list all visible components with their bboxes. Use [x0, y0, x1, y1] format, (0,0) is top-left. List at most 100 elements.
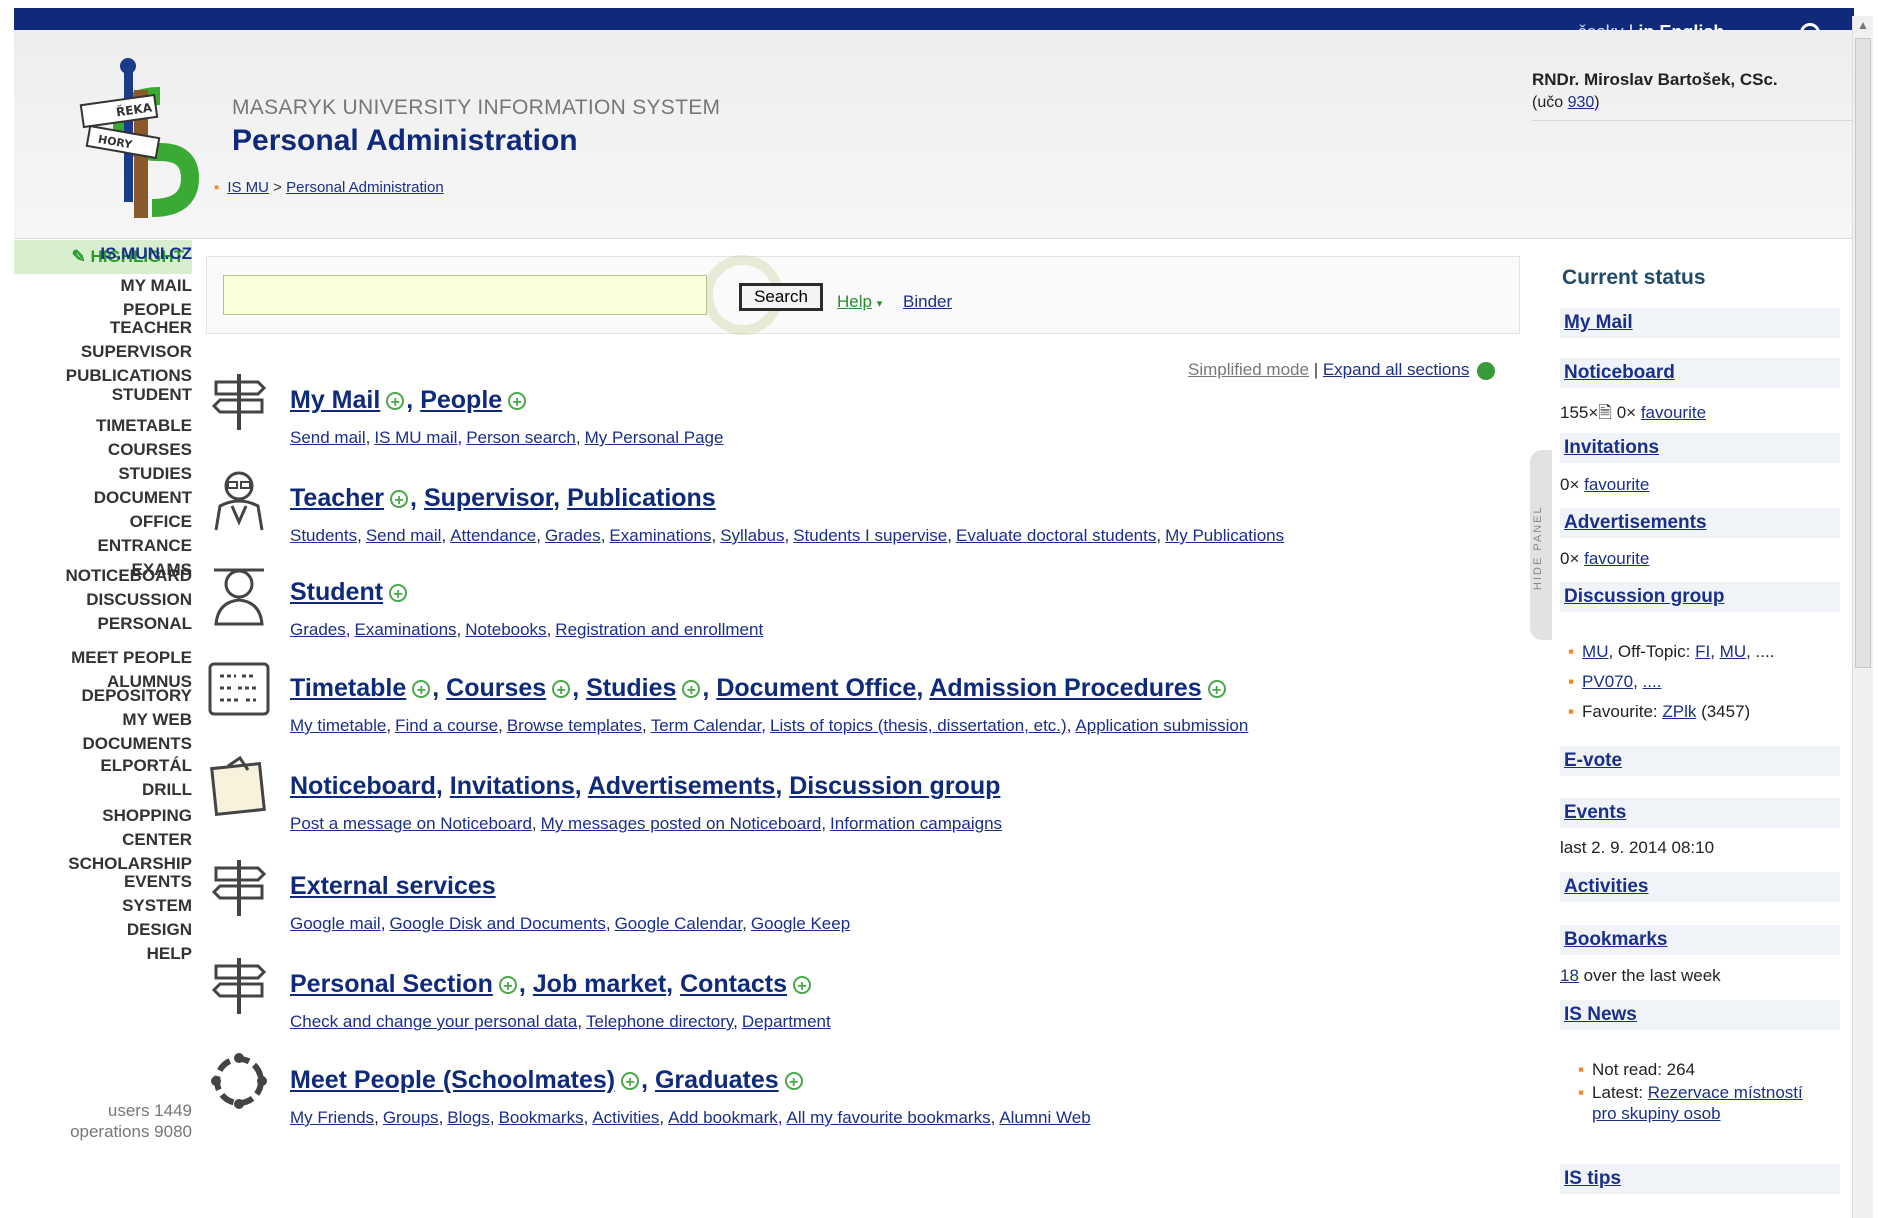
section-title-link[interactable]: Courses: [446, 674, 546, 702]
section-title-link[interactable]: Publications: [567, 484, 716, 512]
scroll-thumb[interactable]: [1855, 38, 1871, 668]
nav-item-teacher[interactable]: TEACHER: [14, 316, 192, 340]
section-quick-link[interactable]: Students: [290, 526, 357, 545]
nav-item-is-muni-cz[interactable]: IS.MUNI.CZ: [14, 242, 192, 266]
latest-news-link-cont[interactable]: pro skupiny osob: [1592, 1104, 1721, 1123]
section-title-link[interactable]: Timetable: [290, 674, 406, 702]
add-to-favourites-icon[interactable]: +: [552, 680, 571, 699]
add-to-favourites-icon[interactable]: +: [621, 1072, 640, 1091]
add-to-favourites-icon[interactable]: +: [784, 1072, 803, 1091]
disc-zplk-link[interactable]: ZPlk: [1662, 702, 1696, 721]
section-title-link[interactable]: Graduates: [655, 1066, 779, 1094]
section-quick-link[interactable]: Google Disk and Documents: [389, 914, 605, 933]
add-to-favourites-icon[interactable]: +: [386, 392, 405, 411]
section-title-link[interactable]: Supervisor: [424, 484, 553, 512]
expand-all-link[interactable]: Expand all sections: [1323, 360, 1469, 379]
section-quick-link[interactable]: Examinations: [609, 526, 711, 545]
add-to-favourites-icon[interactable]: +: [389, 584, 408, 603]
disc-more-link[interactable]: ....: [1643, 672, 1662, 691]
hide-panel-tab[interactable]: HIDE PANEL: [1530, 450, 1552, 640]
section-quick-link[interactable]: Term Calendar: [651, 716, 762, 735]
nav-item-personal[interactable]: PERSONAL: [14, 612, 192, 636]
section-quick-link[interactable]: Add bookmark: [668, 1108, 778, 1127]
section-quick-link[interactable]: Person search: [466, 428, 576, 447]
nav-item-office[interactable]: OFFICE: [14, 510, 192, 534]
nav-item-discussion[interactable]: DISCUSSION: [14, 588, 192, 612]
nav-item-my-mail[interactable]: MY MAIL: [14, 274, 192, 298]
disc-pv070-link[interactable]: PV070: [1582, 672, 1633, 691]
section-title-link[interactable]: Noticeboard: [290, 772, 436, 800]
advertisements-link[interactable]: Advertisements: [1564, 512, 1707, 534]
section-quick-link[interactable]: Registration and enrollment: [555, 620, 763, 639]
add-to-favourites-icon[interactable]: +: [508, 392, 527, 411]
section-quick-link[interactable]: All my favourite bookmarks: [787, 1108, 991, 1127]
section-quick-link[interactable]: Blogs: [447, 1108, 490, 1127]
section-quick-link[interactable]: Syllabus: [720, 526, 784, 545]
nav-item-document[interactable]: DOCUMENT: [14, 486, 192, 510]
bookmarks-link[interactable]: Bookmarks: [1564, 929, 1668, 951]
nav-item-supervisor[interactable]: SUPERVISOR: [14, 340, 192, 364]
section-title-link[interactable]: Discussion group: [789, 772, 1000, 800]
section-quick-link[interactable]: My Friends: [290, 1108, 374, 1127]
scroll-up-icon[interactable]: ▲: [1857, 18, 1869, 32]
advertisements-favourite-link[interactable]: favourite: [1584, 549, 1649, 568]
section-title-link[interactable]: Meet People (Schoolmates): [290, 1066, 615, 1094]
add-to-favourites-icon[interactable]: +: [682, 680, 701, 699]
disc-mu-link[interactable]: MU: [1582, 642, 1608, 661]
uco-link[interactable]: 930: [1568, 94, 1595, 111]
breadcrumb-root-link[interactable]: IS MU: [227, 179, 269, 196]
section-title-link[interactable]: Contacts: [680, 970, 787, 998]
istips-link[interactable]: IS tips: [1564, 1168, 1621, 1190]
section-quick-link[interactable]: Send mail: [290, 428, 366, 447]
activities-link[interactable]: Activities: [1564, 876, 1648, 898]
section-quick-link[interactable]: Department: [742, 1012, 831, 1031]
invitations-favourite-link[interactable]: favourite: [1584, 475, 1649, 494]
nav-item-student[interactable]: STUDENT: [14, 383, 192, 407]
section-quick-link[interactable]: Activities: [592, 1108, 659, 1127]
section-title-link[interactable]: Studies: [586, 674, 676, 702]
latest-news-link[interactable]: Rezervace místností: [1648, 1083, 1803, 1102]
search-input[interactable]: [223, 275, 707, 315]
section-quick-link[interactable]: Lists of topics (thesis, dissertation, e…: [770, 716, 1067, 735]
nav-item-courses[interactable]: COURSES: [14, 438, 192, 462]
section-title-link[interactable]: Student: [290, 578, 383, 606]
nav-item-entrance[interactable]: ENTRANCE: [14, 534, 192, 558]
section-quick-link[interactable]: Google mail: [290, 914, 381, 933]
section-quick-link[interactable]: Grades: [545, 526, 601, 545]
noticeboard-link[interactable]: Noticeboard: [1564, 362, 1675, 384]
section-quick-link[interactable]: Find a course: [395, 716, 498, 735]
section-quick-link[interactable]: Students I supervise: [793, 526, 947, 545]
section-quick-link[interactable]: Google Calendar: [615, 914, 743, 933]
add-to-favourites-icon[interactable]: +: [498, 976, 517, 995]
nav-item-my-web[interactable]: MY WEB: [14, 708, 192, 732]
section-quick-link[interactable]: Groups: [383, 1108, 439, 1127]
nav-item-meet-people[interactable]: MEET PEOPLE: [14, 646, 192, 670]
section-quick-link[interactable]: Check and change your personal data: [290, 1012, 577, 1031]
section-quick-link[interactable]: IS MU mail: [374, 428, 457, 447]
refresh-icon[interactable]: [1477, 361, 1496, 380]
invitations-link[interactable]: Invitations: [1564, 437, 1659, 459]
binder-link[interactable]: Binder: [903, 292, 952, 312]
section-quick-link[interactable]: Google Keep: [751, 914, 850, 933]
nav-item-drill[interactable]: DRILL: [14, 778, 192, 802]
help-link[interactable]: Help ▾: [837, 292, 882, 312]
section-quick-link[interactable]: Alumni Web: [999, 1108, 1090, 1127]
section-quick-link[interactable]: My Personal Page: [585, 428, 724, 447]
my-mail-link[interactable]: My Mail: [1564, 312, 1633, 334]
add-to-favourites-icon[interactable]: +: [1207, 680, 1226, 699]
nav-item-timetable[interactable]: TIMETABLE: [14, 414, 192, 438]
is-mu-logo[interactable]: ŘEKA HORY: [72, 48, 202, 218]
section-quick-link[interactable]: My Publications: [1165, 526, 1284, 545]
section-quick-link[interactable]: Grades: [290, 620, 346, 639]
section-title-link[interactable]: Document Office: [716, 674, 916, 702]
section-quick-link[interactable]: Evaluate doctoral students: [956, 526, 1156, 545]
section-quick-link[interactable]: Send mail: [366, 526, 442, 545]
section-quick-link[interactable]: My timetable: [290, 716, 386, 735]
nav-item-depository[interactable]: DEPOSITORY: [14, 684, 192, 708]
section-quick-link[interactable]: Examinations: [354, 620, 456, 639]
section-title-link[interactable]: People: [420, 386, 502, 414]
isnews-link[interactable]: IS News: [1564, 1004, 1637, 1026]
section-quick-link[interactable]: My messages posted on Noticeboard: [541, 814, 822, 833]
nav-item-center[interactable]: CENTER: [14, 828, 192, 852]
bookmarks-count-link[interactable]: 18: [1560, 966, 1579, 985]
